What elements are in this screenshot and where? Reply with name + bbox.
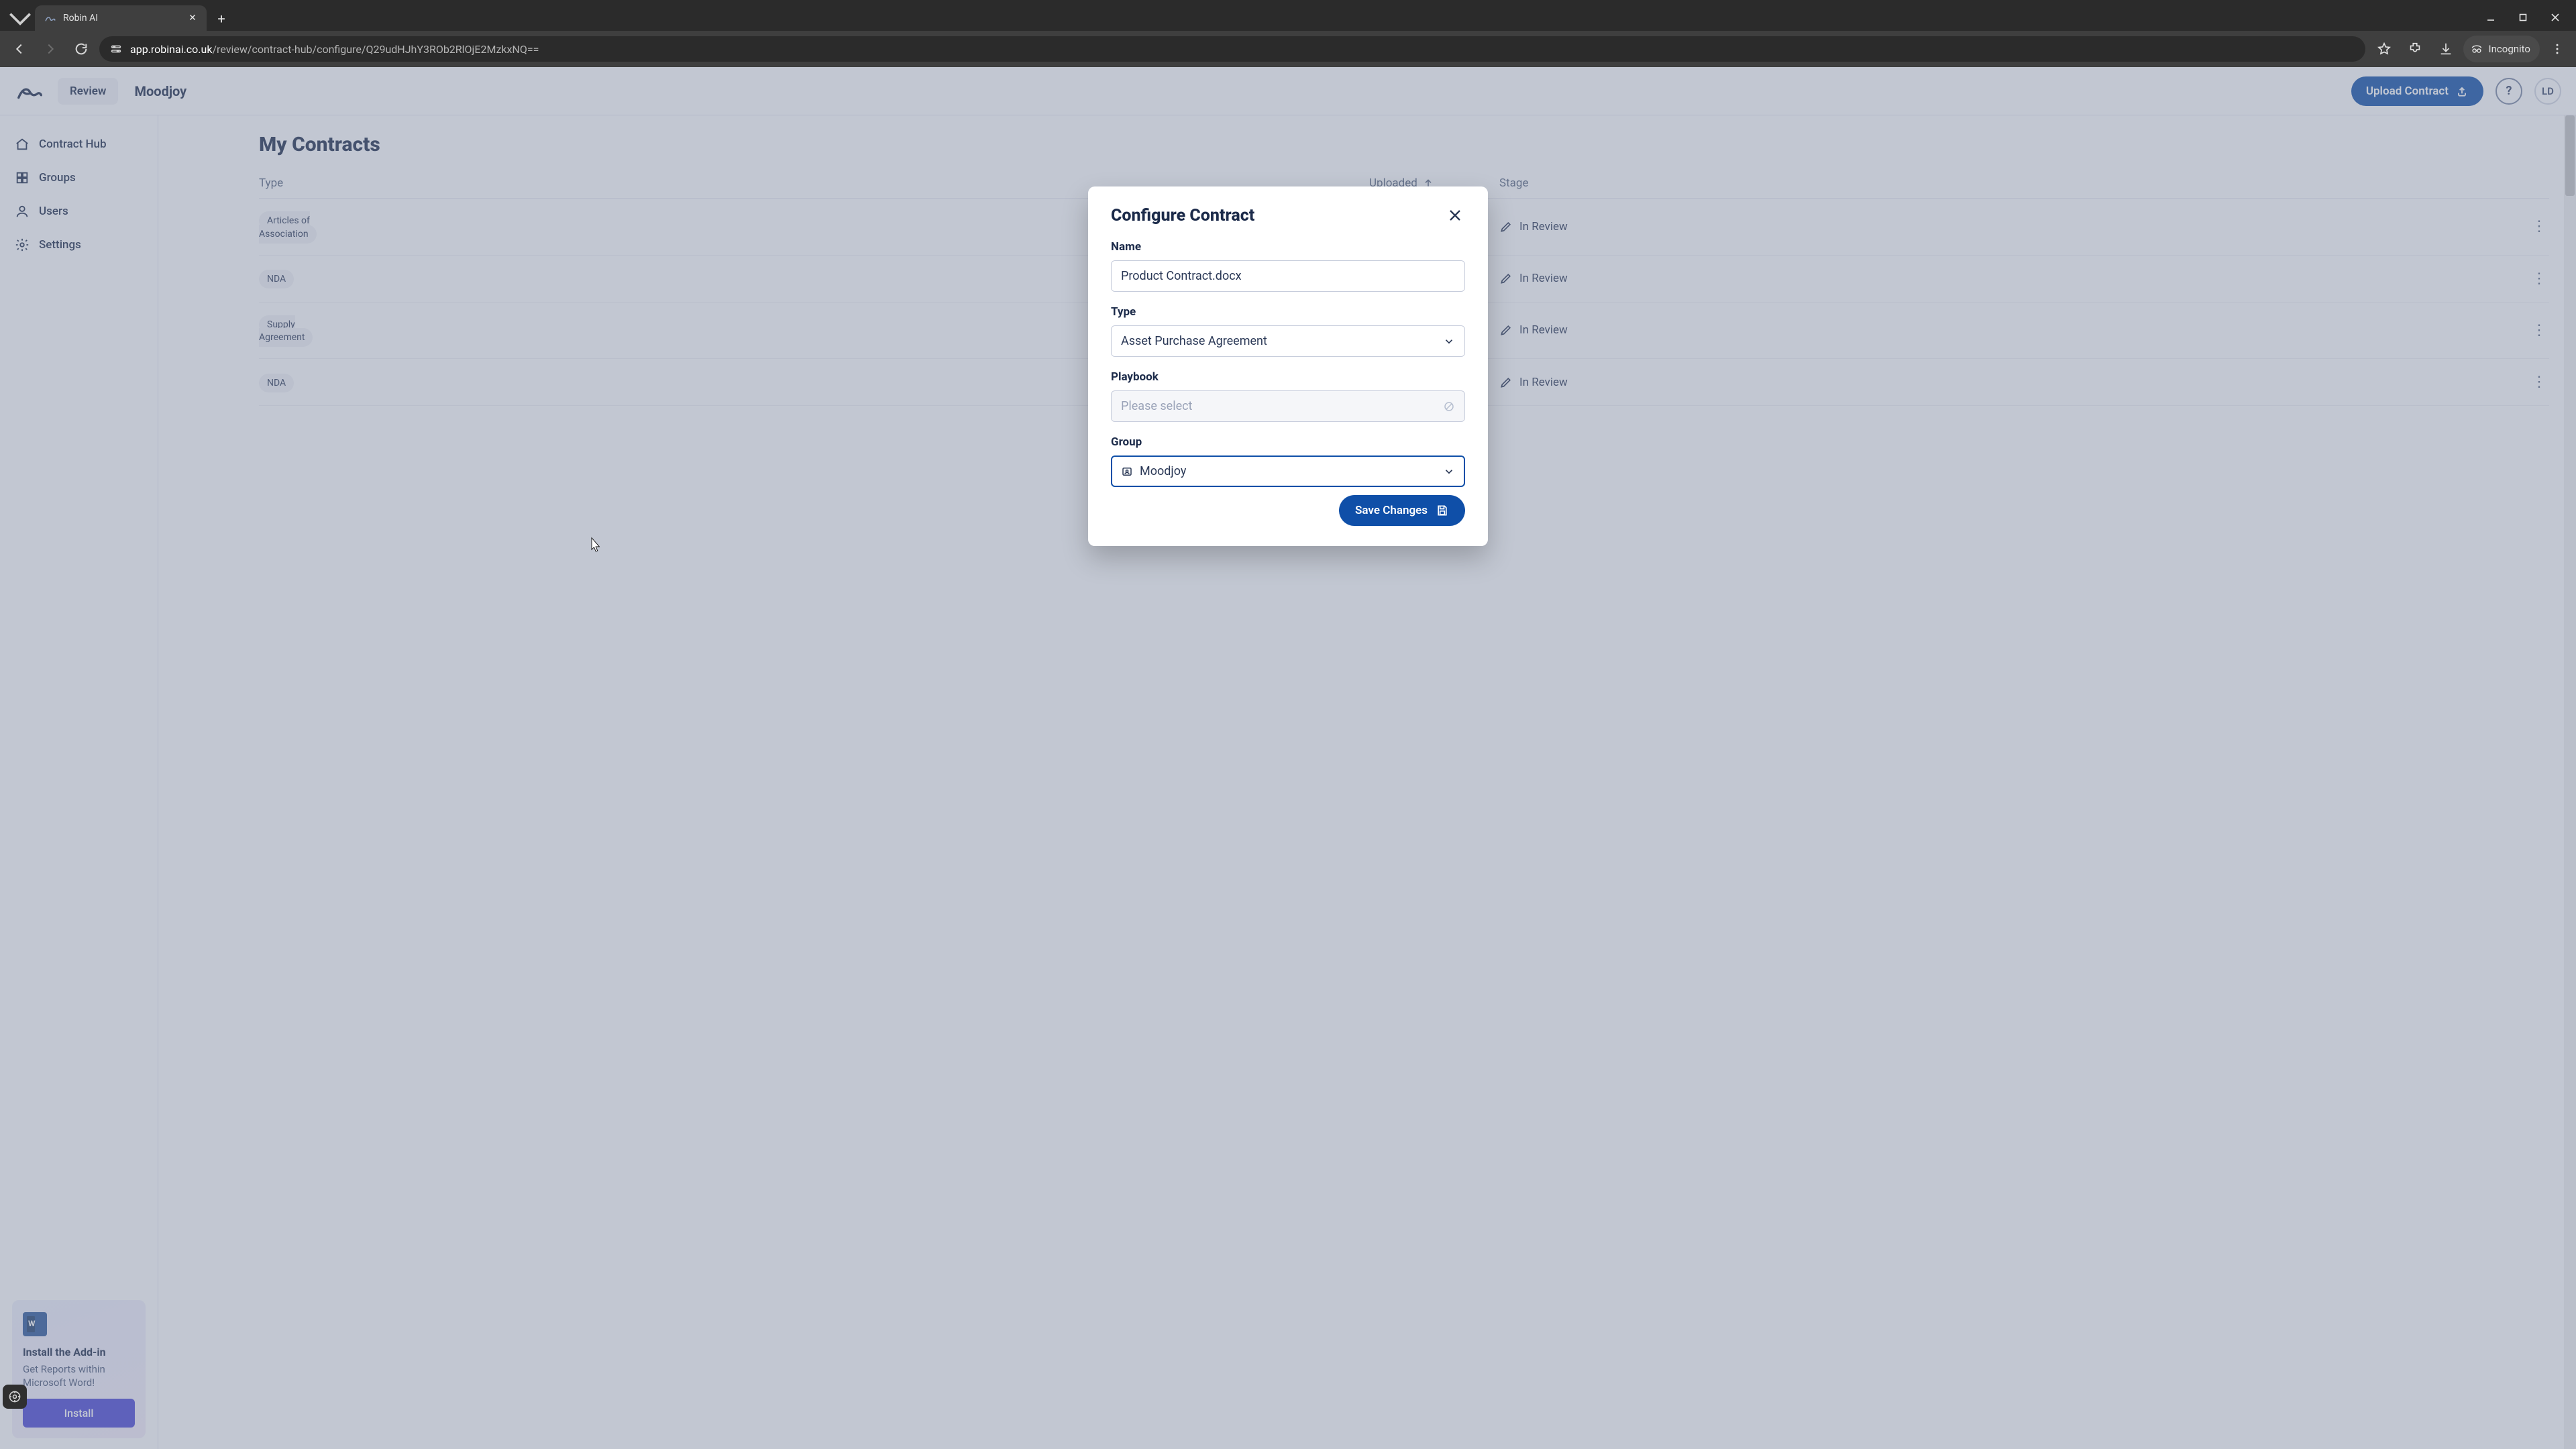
chevron-down-icon [1443, 335, 1455, 347]
configure-contract-modal: Configure Contract Name Type Asset Purch… [1088, 186, 1488, 546]
window-maximize-button[interactable] [2508, 5, 2538, 30]
address-input[interactable]: app.robinai.co.uk/review/contract-hub/co… [99, 36, 2365, 62]
app-viewport: Review Moodjoy Upload Contract ? LD Cont… [0, 67, 2576, 1449]
save-icon [1436, 504, 1449, 517]
new-tab-button[interactable]: + [211, 8, 232, 30]
incognito-indicator[interactable]: Incognito [2463, 36, 2540, 62]
site-settings-icon[interactable] [109, 42, 123, 56]
bookmark-button[interactable] [2371, 36, 2398, 62]
chevron-down-icon [1443, 466, 1455, 478]
playbook-select: Please select [1111, 390, 1465, 422]
browser-tab-title: Robin AI [63, 13, 180, 23]
type-label: Type [1111, 305, 1465, 319]
nav-forward-button[interactable] [38, 36, 63, 62]
save-changes-button[interactable]: Save Changes [1339, 495, 1465, 526]
group-select[interactable]: Moodjoy [1111, 455, 1465, 487]
group-label: Group [1111, 435, 1465, 449]
incognito-label: Incognito [2489, 43, 2530, 55]
nav-reload-button[interactable] [68, 36, 94, 62]
window-close-button[interactable] [2540, 5, 2571, 30]
disabled-icon [1443, 400, 1455, 413]
floating-help-button[interactable] [3, 1385, 27, 1409]
browser-address-bar: app.robinai.co.uk/review/contract-hub/co… [0, 31, 2576, 67]
name-label: Name [1111, 240, 1465, 254]
group-icon [1121, 466, 1133, 478]
tab-close-button[interactable]: ✕ [186, 12, 199, 24]
favicon-icon [44, 12, 56, 24]
name-input[interactable] [1111, 260, 1465, 292]
browser-tab[interactable]: Robin AI ✕ [35, 5, 207, 31]
url-path: /review/contract-hub/configure/Q29udHJhY… [212, 43, 539, 56]
url-host: app.robinai.co.uk [130, 43, 212, 56]
downloads-button[interactable] [2432, 36, 2459, 62]
playbook-label: Playbook [1111, 370, 1465, 384]
extensions-button[interactable] [2402, 36, 2428, 62]
tab-search-button[interactable] [5, 7, 35, 31]
nav-back-button[interactable] [7, 36, 32, 62]
modal-close-button[interactable] [1445, 205, 1465, 225]
modal-title: Configure Contract [1111, 206, 1254, 225]
type-select[interactable]: Asset Purchase Agreement [1111, 325, 1465, 357]
browser-tab-strip: Robin AI ✕ + [0, 0, 2576, 31]
window-minimize-button[interactable] [2475, 5, 2506, 30]
browser-menu-button[interactable] [2545, 37, 2569, 61]
